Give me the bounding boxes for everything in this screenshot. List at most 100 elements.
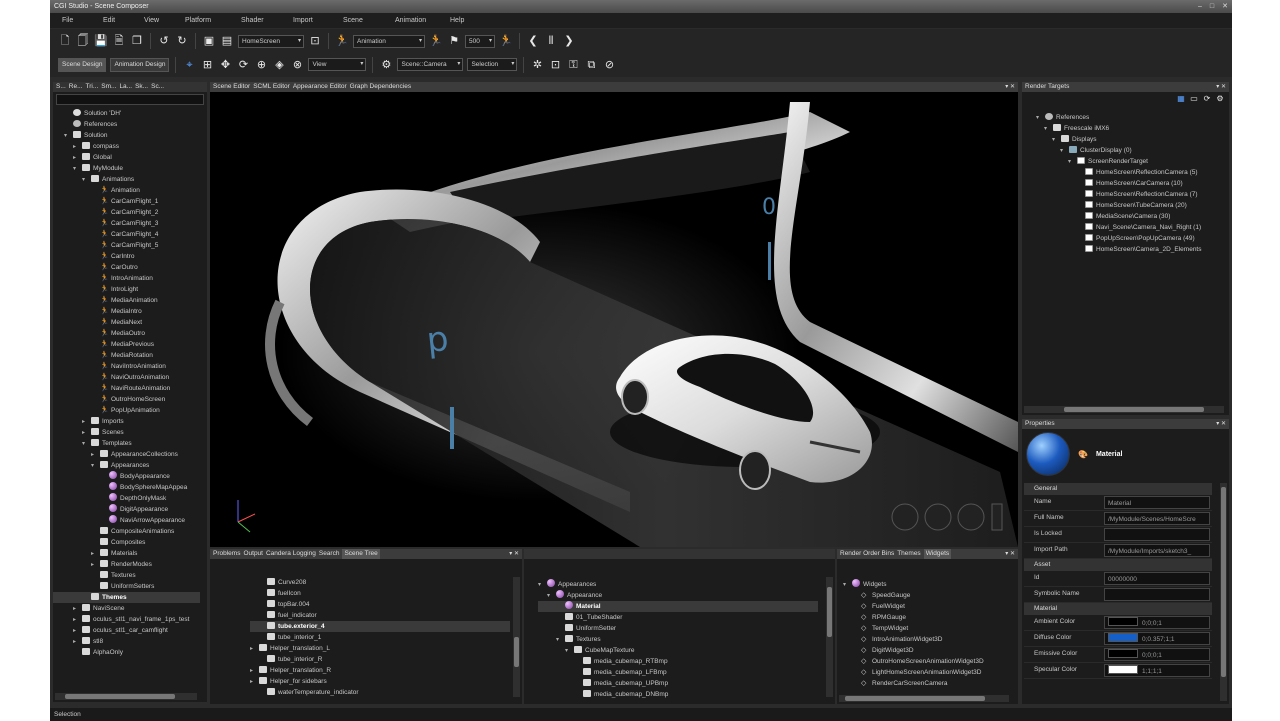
tree-item[interactable]: ▸ Imports xyxy=(53,416,200,427)
tree-item[interactable]: tube.exterior_4 xyxy=(250,621,510,632)
tab-search[interactable]: Search xyxy=(319,549,340,559)
menu-shader[interactable]: Shader xyxy=(241,13,293,28)
tree-item[interactable]: 01_TubeShader xyxy=(538,612,818,623)
undo-icon[interactable]: ↺ xyxy=(157,34,171,48)
tab-scene-editor[interactable]: Scene Editor xyxy=(213,82,250,92)
tree-item[interactable]: media_cubemap_LFBmp xyxy=(538,667,818,678)
tab-themes[interactable]: Themes xyxy=(897,549,920,559)
tree-item[interactable]: Solution 'DH' xyxy=(53,108,200,119)
property-value[interactable]: 0;0;0;1 xyxy=(1104,616,1210,629)
layers-icon[interactable]: ⧉ xyxy=(584,58,598,72)
left-tab-1[interactable]: S... xyxy=(56,82,66,92)
tree-item[interactable]: DepthOnlyMask xyxy=(53,493,200,504)
tree-item[interactable]: Navi_Scene\Camera_Navi_Right (1) xyxy=(1028,222,1228,233)
left-tab-2[interactable]: Re... xyxy=(69,82,83,92)
property-value[interactable]: /MyModule/Scenes/HomeScre xyxy=(1104,512,1210,525)
tree-item[interactable]: HomeScreen\ReflectionCamera (5) xyxy=(1028,167,1228,178)
animation-design-tab[interactable]: Animation Design xyxy=(110,57,170,72)
tree-item[interactable]: ▾ Animations xyxy=(53,174,200,185)
tree-item[interactable]: ◇ LightHomeScreenAnimationWidget3D xyxy=(843,667,1013,678)
tree-item[interactable]: fuel_indicator xyxy=(250,610,510,621)
tree-item[interactable]: HomeScreen\Camera_2D_Elements xyxy=(1028,244,1228,255)
tree-item[interactable]: tube_interior_1 xyxy=(250,632,510,643)
solution-hscrollbar[interactable] xyxy=(55,693,197,700)
tree-item[interactable]: 🏃 CarCamFlight_3 xyxy=(53,218,200,229)
property-value[interactable] xyxy=(1104,588,1210,601)
redo-icon[interactable]: ↻ xyxy=(175,34,189,48)
tree-item[interactable]: ▸ oculus_stl1_car_camflight xyxy=(53,625,200,636)
frame-tool-icon[interactable]: ⊞ xyxy=(200,58,214,72)
step-animation-icon[interactable]: 🏃 xyxy=(499,34,513,48)
tree-item[interactable]: ▾ ClusterDisplay (0) xyxy=(1028,145,1228,156)
bounds-icon[interactable]: ⊡ xyxy=(548,58,562,72)
color-swatch[interactable] xyxy=(1108,665,1138,674)
open-file-icon[interactable]: 🗍 xyxy=(76,34,90,48)
tree-item[interactable]: NaviArrowAppearance xyxy=(53,515,200,526)
tree-item[interactable]: ▸ Helper_for sidebars xyxy=(250,676,510,687)
tree-item[interactable]: 🏃 CarCamFlight_4 xyxy=(53,229,200,240)
property-value[interactable]: 00000000 xyxy=(1104,572,1210,585)
move-tool-icon[interactable]: ✥ xyxy=(218,58,232,72)
property-section[interactable]: General xyxy=(1024,483,1212,495)
tree-item[interactable]: 🏃 MediaIntro xyxy=(53,306,200,317)
property-value[interactable]: /MyModule/Imports/sketch3_ xyxy=(1104,544,1210,557)
tree-item[interactable]: HomeScreen\TubeCamera (20) xyxy=(1028,200,1228,211)
menu-animation[interactable]: Animation xyxy=(395,13,450,28)
scene-add-icon[interactable]: ▤ xyxy=(220,34,234,48)
render-targets-hscrollbar[interactable] xyxy=(1024,406,1224,413)
tree-item[interactable]: 🏃 PopUpAnimation xyxy=(53,405,200,416)
tree-item[interactable]: 🏃 MediaNext xyxy=(53,317,200,328)
left-tab-6[interactable]: Sk... xyxy=(135,82,148,92)
copy-icon[interactable]: ❐ xyxy=(130,34,144,48)
lock-icon[interactable]: ⚿ xyxy=(566,58,580,72)
tree-item[interactable]: 🏃 NaviIntroAnimation xyxy=(53,361,200,372)
color-swatch[interactable] xyxy=(1108,617,1138,626)
next-icon[interactable]: ❯ xyxy=(562,34,576,48)
tree-item[interactable]: ▾ Templates xyxy=(53,438,200,449)
speed-icon[interactable]: ⚑ xyxy=(447,34,461,48)
tree-item[interactable]: ◇ DigitWidget3D xyxy=(843,645,1013,656)
property-value[interactable]: 0;0.357;1;1 xyxy=(1104,632,1210,645)
tree-item[interactable]: HomeScreen\CarCamera (10) xyxy=(1028,178,1228,189)
tree-item[interactable]: ▾ Appearances xyxy=(53,460,200,471)
snap-tool-icon[interactable]: ⊗ xyxy=(290,58,304,72)
tree-item[interactable]: 🏃 CarIntro xyxy=(53,251,200,262)
reset-icon[interactable]: ⊘ xyxy=(602,58,616,72)
tree-item[interactable]: 🏃 NaviRouteAnimation xyxy=(53,383,200,394)
tree-item[interactable]: ▸ Materials xyxy=(53,548,200,559)
tree-item[interactable]: ◇ FuelWidget xyxy=(843,601,1013,612)
pause-icon[interactable]: ⦀ xyxy=(544,34,558,48)
tree-item[interactable]: ▾ Widgets xyxy=(843,579,1013,590)
scale-tool-icon[interactable]: ⊕ xyxy=(254,58,268,72)
scene-open-icon[interactable]: ⊡ xyxy=(308,34,322,48)
property-value[interactable]: 0;0;0;1 xyxy=(1104,648,1210,661)
tree-item[interactable]: HomeScreen\ReflectionCamera (7) xyxy=(1028,189,1228,200)
rotate-tool-icon[interactable]: ⟳ xyxy=(236,58,250,72)
new-file-icon[interactable]: 🗋 xyxy=(58,34,72,48)
tree-item[interactable]: ▾ ScreenRenderTarget xyxy=(1028,156,1228,167)
tree-item[interactable]: ◇ OutroHomeScreenAnimationWidget3D xyxy=(843,656,1013,667)
tree-item[interactable]: 🏃 Animation xyxy=(53,185,200,196)
tree-item[interactable]: media_cubemap_DNBmp xyxy=(538,689,818,700)
tree-item[interactable]: UniformSetter xyxy=(538,623,818,634)
tab-widgets[interactable]: Widgets xyxy=(923,549,952,559)
left-tab-4[interactable]: Sm... xyxy=(101,82,116,92)
light-icon[interactable]: ✲ xyxy=(530,58,544,72)
minimize-button[interactable]: – xyxy=(1198,0,1202,13)
properties-vscrollbar[interactable] xyxy=(1220,483,1227,701)
tree-item[interactable]: ▾ MyModule xyxy=(53,163,200,174)
tab-graph-dependencies[interactable]: Graph Dependencies xyxy=(350,82,411,92)
tree-item[interactable]: BodySphereMapAppea xyxy=(53,482,200,493)
left-tab-7[interactable]: Sc... xyxy=(151,82,164,92)
property-section[interactable]: Asset xyxy=(1024,559,1212,571)
monitor-icon[interactable]: ▭ xyxy=(1189,94,1199,104)
tree-item[interactable]: waterTemperature_indicator xyxy=(250,687,510,698)
tree-item[interactable]: ▸ Helper_translation_L xyxy=(250,643,510,654)
tree-item[interactable]: ◇ TempWidget xyxy=(843,623,1013,634)
tree-item[interactable]: ▸ NaviScene xyxy=(53,603,200,614)
tree-item[interactable]: Curve208 xyxy=(250,577,510,588)
tree-item[interactable]: 🏃 CarCamFlight_5 xyxy=(53,240,200,251)
speed-input[interactable]: 500 xyxy=(465,34,495,48)
refresh-icon[interactable]: ⟳ xyxy=(1202,94,1212,104)
tree-item[interactable]: ▾ Textures xyxy=(538,634,818,645)
